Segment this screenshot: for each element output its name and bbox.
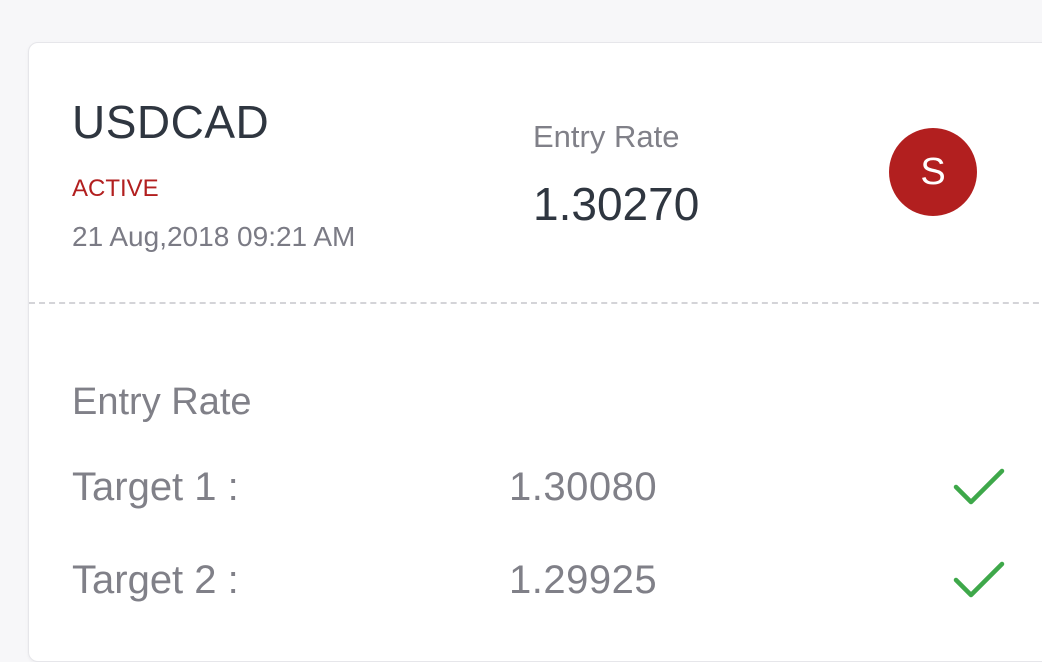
status-badge: ACTIVE <box>72 175 159 202</box>
target-row-1: Target 1 : 1.30080 <box>29 465 1042 515</box>
target-label: Target 2 : <box>72 558 239 602</box>
avatar: S <box>889 128 977 216</box>
target-row-2: Target 2 : 1.29925 <box>29 558 1042 608</box>
target-value: 1.29925 <box>509 558 658 602</box>
signal-datetime: 21 Aug,2018 09:21 AM <box>72 221 356 252</box>
avatar-letter: S <box>920 150 946 193</box>
currency-pair: USDCAD <box>72 96 270 148</box>
target-value: 1.30080 <box>509 465 658 509</box>
entry-rate-value: 1.30270 <box>533 178 700 230</box>
dashed-divider <box>29 302 1042 304</box>
target-label: Target 1 : <box>72 465 239 509</box>
check-icon <box>953 468 1005 505</box>
check-icon <box>953 561 1005 598</box>
signal-card[interactable]: USDCAD ACTIVE 21 Aug,2018 09:21 AM Entry… <box>28 42 1042 662</box>
entry-rate-label: Entry Rate <box>533 119 680 154</box>
section-title: Entry Rate <box>72 381 252 423</box>
